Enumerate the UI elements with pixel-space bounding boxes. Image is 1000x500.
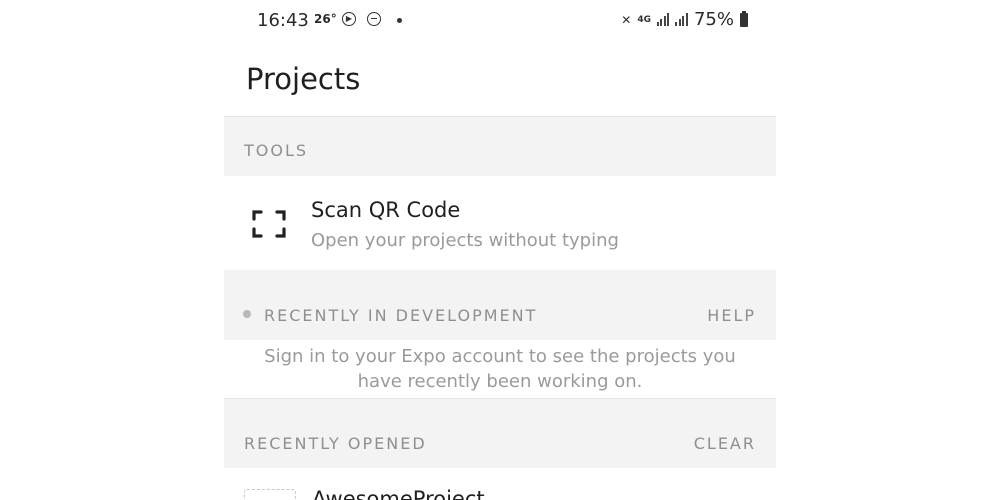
section-header-recent-development: RECENTLY IN DEVELOPMENT HELP — [224, 270, 776, 340]
page-title: Projects — [246, 62, 361, 96]
status-dot-icon — [243, 310, 251, 318]
project-name: AwesomeProject — [312, 487, 485, 500]
clear-button[interactable]: CLEAR — [694, 434, 756, 453]
project-thumbnail — [244, 489, 296, 500]
section-label-recently-opened: RECENTLY OPENED — [244, 434, 427, 453]
section-label-tools: TOOLS — [244, 141, 309, 160]
signin-message-line1: Sign in to your Expo account to see the … — [264, 346, 736, 367]
section-header-tools: TOOLS — [224, 117, 776, 176]
battery-icon — [740, 10, 748, 27]
signal-icon — [675, 13, 688, 26]
scan-qr-icon — [252, 210, 286, 238]
battery-percent: 75% — [693, 9, 734, 30]
help-button[interactable]: HELP — [707, 306, 756, 325]
signin-message-line2: have recently been working on. — [357, 371, 643, 392]
signal-icon — [656, 13, 670, 26]
do-not-disturb-icon — [367, 12, 381, 26]
scan-qr-row[interactable]: Scan QR Code Open your projects without … — [224, 176, 776, 270]
play-circle-icon: ▶ — [342, 12, 356, 26]
status-right-group: ✕ 4G 75% — [621, 9, 748, 30]
scan-qr-title: Scan QR Code — [311, 198, 461, 222]
list-item[interactable]: AwesomeProject — [224, 468, 776, 500]
scan-qr-subtitle: Open your projects without typing — [311, 230, 619, 251]
vibrate-mute-icon: ✕ — [621, 12, 632, 27]
section-label-recent-development: RECENTLY IN DEVELOPMENT — [264, 306, 538, 325]
status-bar: 16:43 26° ▶ ✕ 4G 75% — [224, 0, 776, 44]
status-time: 16:43 — [257, 10, 309, 31]
section-header-recently-opened: RECENTLY OPENED CLEAR — [224, 399, 776, 468]
network-type-label: 4G — [637, 14, 651, 25]
notification-dot-icon — [397, 18, 402, 23]
status-temperature: 26° — [314, 12, 337, 26]
app-screen: 16:43 26° ▶ ✕ 4G 75% Projects TOOLS Scan… — [224, 0, 776, 500]
signin-message: Sign in to your Expo account to see the … — [224, 344, 776, 394]
